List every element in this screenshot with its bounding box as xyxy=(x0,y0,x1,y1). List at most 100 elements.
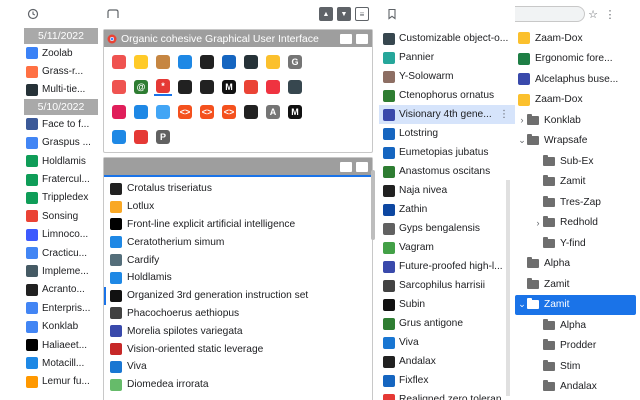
folder-item[interactable]: Tres-Zap xyxy=(515,192,636,213)
bookmark-item[interactable]: Realigned zero toleran... xyxy=(379,390,515,400)
tab-icon[interactable] xyxy=(176,78,194,96)
tab-icon[interactable] xyxy=(176,53,194,71)
folder-item[interactable]: Stim xyxy=(515,356,636,377)
history-item[interactable]: Face to f... xyxy=(20,115,100,133)
bookmark-item[interactable]: Gyps bengalensis xyxy=(379,219,515,238)
tab-item[interactable]: Diomedea irrorata xyxy=(104,376,372,394)
bookmark-item[interactable]: Customizable object-o... xyxy=(379,29,515,48)
folder-item[interactable]: Alpha xyxy=(515,254,636,275)
tab-item[interactable]: Viva xyxy=(104,358,372,376)
bookmark-item[interactable]: Viva xyxy=(379,333,515,352)
tab-icon[interactable]: * xyxy=(154,78,172,96)
history-item[interactable]: Konklab xyxy=(20,317,100,335)
tab-icon[interactable]: @ xyxy=(132,78,150,96)
bookmark-item[interactable]: Ergonomic fore... xyxy=(515,49,636,70)
folder-item[interactable]: Alpha xyxy=(515,315,636,336)
tab-icon[interactable]: M xyxy=(220,78,238,96)
bookmark-icon[interactable] xyxy=(385,7,399,21)
tabs-panel-header[interactable] xyxy=(104,158,372,175)
bookmark-item[interactable]: Ctenophorus ornatus xyxy=(379,86,515,105)
chevron-down-icon[interactable]: ⌄ xyxy=(517,299,527,310)
history-icon[interactable] xyxy=(26,7,40,21)
history-item[interactable]: Motacill... xyxy=(20,354,100,372)
tab-icon[interactable] xyxy=(198,78,216,96)
history-item[interactable]: Lemur fu... xyxy=(20,373,100,391)
tab-icon[interactable] xyxy=(220,53,238,71)
chevron-right-icon[interactable]: › xyxy=(533,218,543,228)
grid-view-icon[interactable] xyxy=(340,161,352,172)
list-view-icon[interactable]: ≡ xyxy=(355,7,369,21)
history-item[interactable]: Cracticu... xyxy=(20,244,100,262)
star-icon[interactable]: ☆ xyxy=(586,7,600,21)
folder-item[interactable]: Andalax xyxy=(515,377,636,398)
window-panel-header[interactable]: Organic cohesive Graphical User Interfac… xyxy=(104,30,372,47)
more-vert-icon[interactable]: ⋮ xyxy=(499,109,509,120)
tab-icon[interactable] xyxy=(264,53,282,71)
history-item[interactable]: Sonsing xyxy=(20,207,100,225)
history-item[interactable]: Holdlamis xyxy=(20,152,100,170)
tab-item[interactable]: Front-line explicit artificial intellige… xyxy=(104,216,372,234)
tab-icon[interactable] xyxy=(242,53,260,71)
chevron-right-icon[interactable]: › xyxy=(517,115,527,125)
history-item[interactable]: Haliaeet... xyxy=(20,336,100,354)
tab-icon[interactable]: M xyxy=(286,103,304,121)
bookmark-item[interactable]: Fixflex xyxy=(379,371,515,390)
bookmark-item[interactable]: Subin xyxy=(379,295,515,314)
tab-item[interactable]: Cardify xyxy=(104,251,372,269)
history-item[interactable]: Grass-r... xyxy=(20,62,100,80)
tab-icon[interactable] xyxy=(286,78,304,96)
bookmarks-scrollbar[interactable] xyxy=(506,180,510,396)
tab-icon[interactable] xyxy=(132,103,150,121)
bookmark-item[interactable]: Pannier xyxy=(379,48,515,67)
tab-item[interactable]: Morelia spilotes variegata xyxy=(104,322,372,340)
tab-icon[interactable] xyxy=(198,53,216,71)
history-item[interactable]: Limnoco... xyxy=(20,226,100,244)
list-view-icon[interactable] xyxy=(356,33,368,44)
tab-icon[interactable] xyxy=(242,103,260,121)
history-item[interactable]: Enterpris... xyxy=(20,299,100,317)
history-item[interactable]: Multi-tie... xyxy=(20,81,100,99)
history-item[interactable]: Trippledex xyxy=(20,189,100,207)
tab-item[interactable]: Crotalus triseriatus xyxy=(104,180,372,198)
tab-icon[interactable] xyxy=(110,128,128,146)
bookmark-item[interactable]: Visionary 4th gene... ⋮ xyxy=(379,105,515,124)
folder-item[interactable]: ⌄ Wrapsafe xyxy=(515,131,636,152)
more-vert-icon[interactable]: ⋮ xyxy=(603,7,617,21)
tab-icon[interactable] xyxy=(154,103,172,121)
folder-item[interactable]: › Redhold xyxy=(515,213,636,234)
history-item[interactable]: Impleme... xyxy=(20,262,100,280)
tab-icon[interactable]: P xyxy=(154,128,172,146)
tab-icon[interactable]: <> xyxy=(198,103,216,121)
bookmark-item[interactable]: Alcelaphus buse... xyxy=(515,69,636,90)
history-item[interactable]: Fratercul... xyxy=(20,170,100,188)
history-item[interactable]: Graspus ... xyxy=(20,134,100,152)
tab-item[interactable]: Vision-oriented static leverage xyxy=(104,340,372,358)
bookmark-item[interactable]: Grus antigone xyxy=(379,314,515,333)
bookmark-item[interactable]: Zaam-Dox xyxy=(515,28,636,49)
tab-icon[interactable] xyxy=(264,78,282,96)
tab-icon[interactable] xyxy=(132,128,150,146)
bookmark-item[interactable]: Zaam-Dox xyxy=(515,90,636,111)
move-down-icon[interactable]: ▼ xyxy=(337,7,351,21)
tab-icon[interactable]: A xyxy=(264,103,282,121)
tab-item[interactable]: Organized 3rd generation instruction set xyxy=(104,286,372,305)
chevron-down-icon[interactable]: ⌄ xyxy=(517,135,527,146)
folder-item[interactable]: Zamit xyxy=(515,274,636,295)
window-icon[interactable] xyxy=(106,7,120,21)
bookmark-item[interactable]: Y-Solowarm xyxy=(379,67,515,86)
tab-icon[interactable] xyxy=(110,78,128,96)
bookmark-item[interactable]: Zathin xyxy=(379,200,515,219)
folder-item[interactable]: › Konklab xyxy=(515,110,636,131)
history-item[interactable]: Zoolab xyxy=(20,44,100,62)
tab-item[interactable]: Phacochoerus aethiopus xyxy=(104,305,372,323)
bookmark-item[interactable]: Future-proofed high-l... xyxy=(379,257,515,276)
tab-icon[interactable] xyxy=(154,53,172,71)
bookmark-item[interactable]: Eumetopias jubatus xyxy=(379,143,515,162)
list-view-icon[interactable] xyxy=(356,161,368,172)
history-item[interactable]: Acranto... xyxy=(20,281,100,299)
tab-icon[interactable]: <> xyxy=(176,103,194,121)
tab-item[interactable]: Ceratotherium simum xyxy=(104,233,372,251)
bookmark-item[interactable]: Vagram xyxy=(379,238,515,257)
folder-item[interactable]: Y-find xyxy=(515,233,636,254)
search-input[interactable] xyxy=(515,6,585,22)
